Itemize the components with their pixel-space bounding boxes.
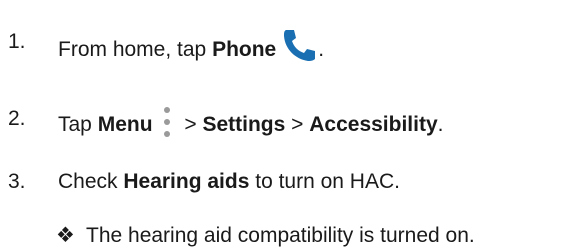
step-number: 1. <box>8 30 26 53</box>
step-prefix: Check <box>58 170 124 193</box>
separator: > <box>178 113 203 136</box>
hearing-aids-label: Hearing aids <box>123 170 250 193</box>
separator: > <box>285 113 310 136</box>
phone-label: Phone <box>212 38 277 61</box>
phone-icon <box>284 30 316 61</box>
step-prefix: From home, tap <box>58 38 213 61</box>
menu-label: Menu <box>97 113 153 136</box>
step-number: 3. <box>8 170 26 193</box>
settings-label: Settings <box>202 113 286 136</box>
step-text: From home, tap Phone. <box>58 28 324 64</box>
step-suffix: to turn on HAC. <box>249 170 400 193</box>
step-prefix: Tap <box>58 113 98 136</box>
step-suffix: . <box>437 113 444 136</box>
step-text: Tap Menu > Settings > Accessibility. <box>58 105 444 139</box>
step-text: Check Hearing aids to turn on HAC. <box>58 168 400 196</box>
step-number: 2. <box>8 107 26 130</box>
note-bullet: ❖ The hearing aid compatibility is turned… <box>56 222 475 250</box>
note-text: The hearing aid compatibility is turned … <box>86 224 475 247</box>
menu-dots-icon <box>163 107 170 137</box>
diamond-bullet-icon: ❖ <box>56 224 75 247</box>
step-suffix: . <box>318 38 325 61</box>
accessibility-label: Accessibility <box>309 113 438 136</box>
